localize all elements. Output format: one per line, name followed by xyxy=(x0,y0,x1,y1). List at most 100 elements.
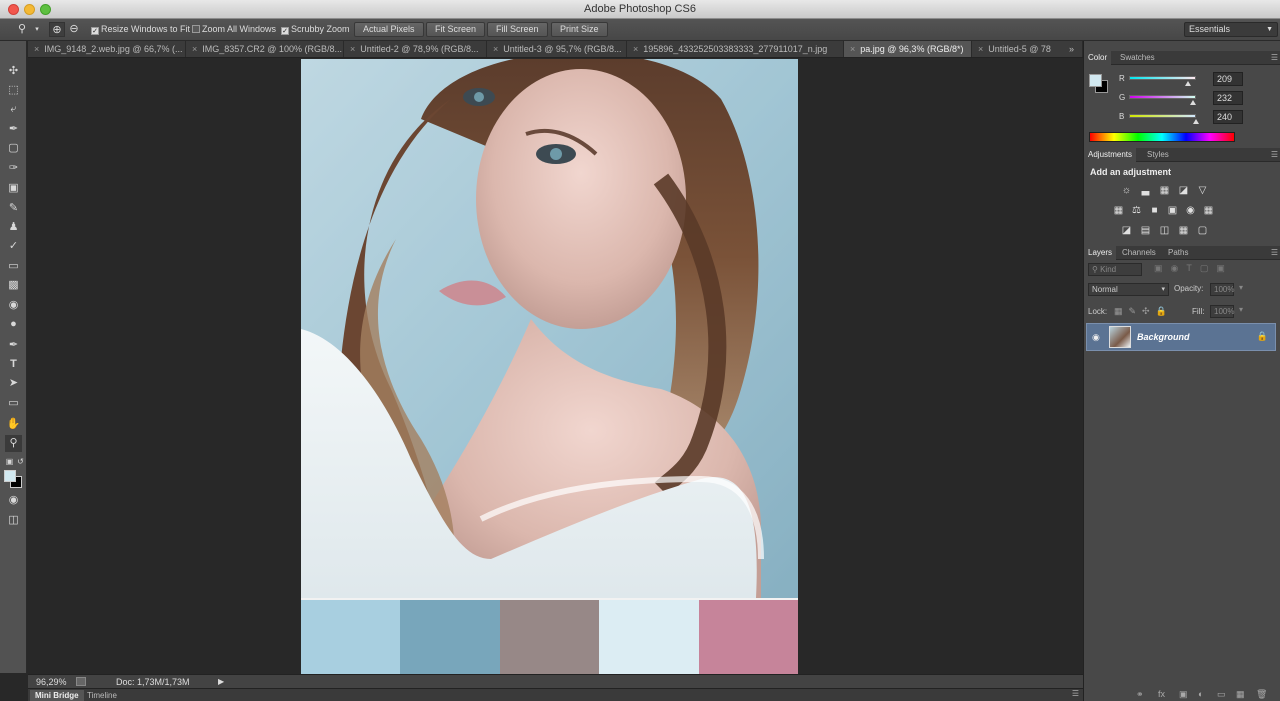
close-tab-icon[interactable]: × xyxy=(633,44,638,54)
print-size-button[interactable]: Print Size xyxy=(551,22,608,37)
layer-name[interactable]: Background xyxy=(1137,332,1190,342)
close-tab-icon[interactable]: × xyxy=(34,44,39,54)
quick-mask-icon[interactable]: ◉ xyxy=(5,492,22,509)
brightness-contrast-icon[interactable]: ☼ xyxy=(1120,184,1133,197)
panel-menu-icon[interactable]: ☰ xyxy=(1271,246,1278,260)
posterize-icon[interactable]: ▤ xyxy=(1139,224,1152,237)
panel-menu-icon[interactable]: ☰ xyxy=(1271,51,1278,65)
workspace-switcher[interactable]: Essentials ▼ xyxy=(1184,22,1278,37)
gradient-map-icon[interactable]: ▦ xyxy=(1177,224,1190,237)
marquee-tool-icon[interactable]: ⬚ xyxy=(5,82,22,99)
exposure-icon[interactable]: ◪ xyxy=(1177,184,1190,197)
hand-tool-icon[interactable]: ✋ xyxy=(5,416,22,433)
close-tab-icon[interactable]: × xyxy=(978,44,983,54)
close-tab-icon[interactable]: × xyxy=(493,44,498,54)
color-lookup-icon[interactable]: ▦ xyxy=(1202,204,1215,217)
crop-tool-icon[interactable]: ▢ xyxy=(5,140,22,157)
swap-colors-icon[interactable]: ↺ xyxy=(12,453,29,470)
document-info-icon[interactable] xyxy=(76,677,86,686)
zoom-tool-icon[interactable]: ⚲ xyxy=(5,435,22,452)
invert-icon[interactable]: ◪ xyxy=(1120,224,1133,237)
blend-mode-select[interactable]: Normal ▾ xyxy=(1088,283,1169,296)
tab-paths[interactable]: Paths xyxy=(1164,246,1192,260)
quick-selection-tool-icon[interactable]: ✒ xyxy=(5,121,22,138)
gradient-tool-icon[interactable]: ▩ xyxy=(5,277,22,294)
lasso-tool-icon[interactable]: ⤶ xyxy=(5,101,22,118)
foreground-color-swatch[interactable] xyxy=(4,470,16,482)
zoom-in-icon[interactable]: ⊕ xyxy=(49,22,65,37)
close-tab-icon[interactable]: × xyxy=(850,44,855,54)
threshold-icon[interactable]: ◫ xyxy=(1158,224,1171,237)
layer-filter-kind[interactable]: ⚲ Kind xyxy=(1088,263,1142,276)
healing-brush-tool-icon[interactable]: ▣ xyxy=(5,180,22,197)
red-slider[interactable] xyxy=(1129,76,1196,80)
fill-screen-button[interactable]: Fill Screen xyxy=(487,22,548,37)
zoom-out-icon[interactable]: ⊖ xyxy=(66,22,82,37)
dodge-tool-icon[interactable]: ● xyxy=(5,316,22,333)
zoom-all-windows-checkbox[interactable]: Zoom All Windows xyxy=(192,24,276,34)
canvas-area[interactable] xyxy=(28,58,1083,674)
layer-row-background[interactable]: ◉ Background 🔒 xyxy=(1086,323,1276,351)
adjustment-layer-icon[interactable]: ◐ xyxy=(1198,689,1203,699)
blue-value-field[interactable]: 240 xyxy=(1213,110,1243,124)
document-tab[interactable]: × Untitled-3 @ 95,7% (RGB/8... xyxy=(487,41,627,57)
screen-mode-icon[interactable]: ◫ xyxy=(5,512,22,529)
eyedropper-tool-icon[interactable]: ✑ xyxy=(5,160,22,177)
zoom-tool-preset-icon[interactable]: ⚲ xyxy=(14,22,30,37)
lock-options-icons[interactable]: ▦✎✣🔒 xyxy=(1114,306,1173,317)
link-layers-icon[interactable]: ⚭ xyxy=(1136,689,1144,700)
document-tab[interactable]: × Untitled-2 @ 78,9% (RGB/8... xyxy=(344,41,487,57)
clone-stamp-tool-icon[interactable]: ♟ xyxy=(5,219,22,236)
tab-mini-bridge[interactable]: Mini Bridge xyxy=(30,690,84,701)
green-value-field[interactable]: 232 xyxy=(1213,91,1243,105)
layer-style-icon[interactable]: fx xyxy=(1158,689,1165,699)
channel-mixer-icon[interactable]: ◉ xyxy=(1184,204,1197,217)
green-slider-thumb[interactable] xyxy=(1190,100,1196,105)
layer-mask-icon[interactable]: ▣ xyxy=(1179,689,1188,700)
tab-styles[interactable]: Styles xyxy=(1143,148,1173,162)
red-value-field[interactable]: 209 xyxy=(1213,72,1243,86)
rectangle-tool-icon[interactable]: ▭ xyxy=(5,395,22,412)
document-tab[interactable]: × IMG_9148_2.web.jpg @ 66,7% (... xyxy=(28,41,186,57)
preset-dropdown-icon[interactable]: ▾ xyxy=(29,22,45,37)
tab-channels[interactable]: Channels xyxy=(1118,246,1160,260)
type-tool-icon[interactable]: T xyxy=(5,356,22,373)
blur-tool-icon[interactable]: ◉ xyxy=(5,297,22,314)
visibility-eye-icon[interactable]: ◉ xyxy=(1092,332,1100,343)
tab-adjustments[interactable]: Adjustments xyxy=(1084,148,1137,162)
opacity-field[interactable]: 100% xyxy=(1210,283,1234,296)
close-tab-icon[interactable]: × xyxy=(350,44,355,54)
curves-icon[interactable]: ▦ xyxy=(1158,184,1171,197)
tab-swatches[interactable]: Swatches xyxy=(1116,51,1159,65)
actual-pixels-button[interactable]: Actual Pixels xyxy=(354,22,424,37)
blue-slider-thumb[interactable] xyxy=(1193,119,1199,124)
fill-field[interactable]: 100% xyxy=(1210,305,1234,318)
panel-menu-icon[interactable]: ☰ xyxy=(1072,689,1079,698)
close-tab-icon[interactable]: × xyxy=(192,44,197,54)
resize-windows-checkbox[interactable]: ✓ Resize Windows to Fit xyxy=(91,24,190,35)
document-tab[interactable]: × Untitled-5 @ 78 xyxy=(972,41,1083,57)
zoom-level[interactable]: 96,29% xyxy=(36,677,67,687)
fill-dropdown-icon[interactable]: ▾ xyxy=(1239,305,1243,314)
color-spectrum-ramp[interactable] xyxy=(1089,132,1235,142)
fit-screen-button[interactable]: Fit Screen xyxy=(426,22,486,37)
status-menu-arrow-icon[interactable]: ▶ xyxy=(218,677,224,686)
hue-saturation-icon[interactable]: ▦ xyxy=(1112,204,1125,217)
color-balance-icon[interactable]: ⚖ xyxy=(1130,204,1143,217)
brush-tool-icon[interactable]: ✎ xyxy=(5,200,22,217)
tab-timeline[interactable]: Timeline xyxy=(82,690,122,701)
green-slider[interactable] xyxy=(1129,95,1196,99)
move-tool-icon[interactable]: ✣ xyxy=(5,63,22,80)
new-group-icon[interactable]: ▭ xyxy=(1217,689,1226,700)
black-white-icon[interactable]: ■ xyxy=(1148,204,1161,217)
selective-color-icon[interactable]: ▢ xyxy=(1196,224,1209,237)
blue-slider[interactable] xyxy=(1129,114,1196,118)
delete-layer-icon[interactable]: 🗑 xyxy=(1256,689,1267,700)
new-layer-icon[interactable]: ▦ xyxy=(1236,689,1245,700)
red-slider-thumb[interactable] xyxy=(1185,81,1191,86)
vibrance-icon[interactable]: ▽ xyxy=(1196,184,1209,197)
document-tab[interactable]: × 195896_433252503383333_277911017_n.jpg xyxy=(627,41,844,57)
photo-filter-icon[interactable]: ▣ xyxy=(1166,204,1179,217)
history-brush-tool-icon[interactable]: ✓ xyxy=(5,238,22,255)
opacity-dropdown-icon[interactable]: ▾ xyxy=(1239,283,1243,292)
